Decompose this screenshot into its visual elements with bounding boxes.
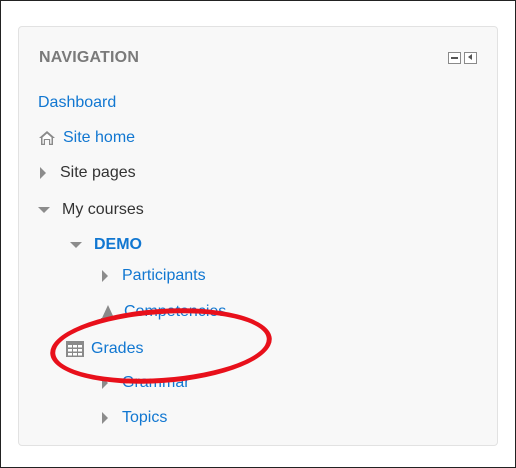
dock-block-icon[interactable]: [464, 52, 477, 64]
nav-item-course-demo[interactable]: DEMO: [70, 235, 142, 255]
expanded-arrow-icon[interactable]: [38, 207, 50, 213]
collapsed-arrow-icon[interactable]: [102, 377, 108, 389]
hide-block-icon[interactable]: [448, 52, 461, 64]
home-icon: [39, 131, 55, 145]
collapsed-arrow-icon[interactable]: [102, 412, 108, 424]
nav-item-site-pages[interactable]: Site pages: [38, 163, 136, 183]
grades-table-icon: [66, 341, 84, 357]
nav-item-grammar[interactable]: Grammar: [100, 373, 190, 393]
nav-item-site-home[interactable]: Site home: [38, 128, 135, 148]
nav-item-label[interactable]: Competencies: [124, 302, 226, 322]
nav-item-label[interactable]: My courses: [62, 200, 144, 220]
nav-item-label[interactable]: Grammar: [122, 373, 190, 393]
block-title: NAVIGATION: [39, 49, 140, 66]
nav-item-label[interactable]: Participants: [122, 266, 206, 286]
nav-item-label[interactable]: Grades: [91, 339, 143, 359]
collapsed-arrow-icon[interactable]: [40, 167, 46, 179]
nav-item-competencies[interactable]: Competencies: [100, 302, 226, 322]
nav-item-topics[interactable]: Topics: [100, 408, 167, 428]
expanded-arrow-icon[interactable]: [70, 242, 82, 248]
collapsed-arrow-icon[interactable]: [102, 270, 108, 282]
nav-item-label[interactable]: DEMO: [94, 235, 142, 255]
nav-item-label[interactable]: Dashboard: [38, 93, 116, 113]
nav-item-grades[interactable]: Grades: [66, 339, 143, 359]
nav-item-label[interactable]: Site home: [63, 128, 135, 148]
nav-item-participants[interactable]: Participants: [100, 266, 206, 286]
block-controls: [448, 52, 477, 64]
nav-item-label[interactable]: Topics: [122, 408, 167, 428]
nav-item-my-courses[interactable]: My courses: [38, 200, 144, 220]
competencies-icon: [101, 305, 115, 320]
nav-item-label[interactable]: Site pages: [60, 163, 136, 183]
nav-item-dashboard[interactable]: Dashboard: [38, 93, 116, 113]
